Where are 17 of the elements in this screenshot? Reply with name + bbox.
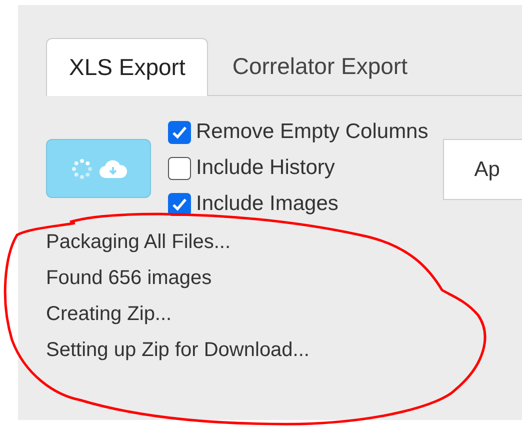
checkmark-icon xyxy=(172,198,187,210)
tab[interactable]: XLS Export xyxy=(46,38,208,96)
status-message: Setting up Zip for Download... xyxy=(46,338,310,363)
apply-button[interactable]: Ap xyxy=(443,139,522,200)
option-label: Include Images xyxy=(196,191,338,218)
status-message: Found 656 images xyxy=(46,266,213,291)
checkbox[interactable] xyxy=(168,120,191,144)
status-message: Creating Zip... xyxy=(46,302,173,327)
checkbox[interactable] xyxy=(168,192,191,216)
option-label: Remove Empty Columns xyxy=(196,119,428,146)
checkbox[interactable] xyxy=(168,156,191,180)
spinner-icon xyxy=(70,158,92,180)
tab[interactable]: Correlator Export xyxy=(208,37,432,95)
status-message: Packaging All Files... xyxy=(46,230,232,255)
option-label: Include History xyxy=(196,155,335,182)
checkmark-icon xyxy=(172,126,187,138)
cloud-download-icon xyxy=(98,158,126,178)
